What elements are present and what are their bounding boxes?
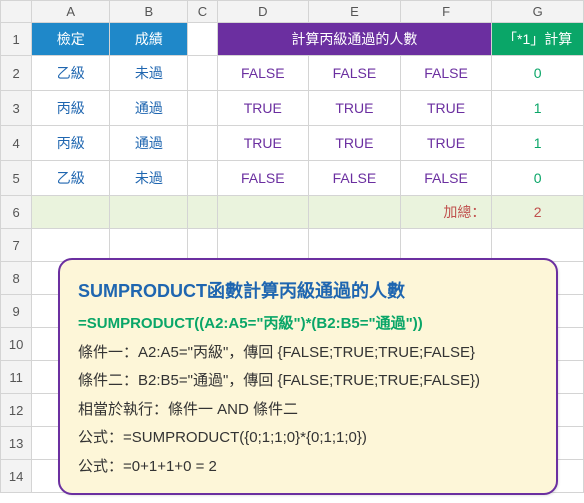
annotation-formula: =SUMPRODUCT((A2:A5="丙級")*(B2:B5="通過")) — [78, 310, 538, 339]
cell[interactable] — [217, 229, 309, 262]
table-row: 4 丙級 通過 TRUE TRUE TRUE 1 — [1, 126, 584, 161]
col-header-E[interactable]: E — [309, 1, 401, 23]
header-cell-G[interactable]: 「*1」計算 — [492, 23, 584, 56]
cell-B5[interactable]: 未過 — [110, 161, 188, 196]
col-header-B[interactable]: B — [110, 1, 188, 23]
row-header-8[interactable]: 8 — [1, 262, 32, 295]
row-header-7[interactable]: 7 — [1, 229, 32, 262]
cell-D5[interactable]: FALSE — [217, 161, 309, 196]
table-row: 3 丙級 通過 TRUE TRUE TRUE 1 — [1, 91, 584, 126]
cell[interactable] — [217, 196, 309, 229]
sum-row: 6 加總： 2 — [1, 196, 584, 229]
cell[interactable] — [110, 196, 188, 229]
cell[interactable] — [188, 126, 217, 161]
cell-B3[interactable]: 通過 — [110, 91, 188, 126]
cell[interactable] — [32, 196, 110, 229]
cell[interactable] — [400, 229, 492, 262]
cell-A4[interactable]: 丙級 — [32, 126, 110, 161]
row-header-3[interactable]: 3 — [1, 91, 32, 126]
cell-B2[interactable]: 未過 — [110, 56, 188, 91]
cell-G3[interactable]: 1 — [492, 91, 584, 126]
annotation-line-4: 公式：=SUMPRODUCT({0;1;1;0}*{0;1;1;0}) — [78, 424, 538, 453]
header-cell-B[interactable]: 成績 — [110, 23, 188, 56]
cell[interactable] — [188, 23, 217, 56]
cell-B4[interactable]: 通過 — [110, 126, 188, 161]
cell[interactable] — [188, 196, 217, 229]
row-header-6[interactable]: 6 — [1, 196, 32, 229]
cell[interactable] — [492, 229, 584, 262]
table-row: 7 — [1, 229, 584, 262]
cell[interactable] — [188, 56, 217, 91]
annotation-box: SUMPRODUCT函數計算丙級通過的人數 =SUMPRODUCT((A2:A5… — [58, 258, 558, 495]
cell-G2[interactable]: 0 — [492, 56, 584, 91]
row-header-5[interactable]: 5 — [1, 161, 32, 196]
cell-A2[interactable]: 乙級 — [32, 56, 110, 91]
cell[interactable] — [110, 229, 188, 262]
col-header-F[interactable]: F — [400, 1, 492, 23]
row-header-10[interactable]: 10 — [1, 328, 32, 361]
cell[interactable] — [188, 229, 217, 262]
col-header-C[interactable]: C — [188, 1, 217, 23]
cell-E4[interactable]: TRUE — [309, 126, 401, 161]
cell-F5[interactable]: FALSE — [400, 161, 492, 196]
column-header-row: A B C D E F G — [1, 1, 584, 23]
cell-D3[interactable]: TRUE — [217, 91, 309, 126]
table-row: 1 檢定 成績 計算丙級通過的人數 「*1」計算 — [1, 23, 584, 56]
cell-D4[interactable]: TRUE — [217, 126, 309, 161]
cell[interactable] — [32, 229, 110, 262]
table-row: 2 乙級 未過 FALSE FALSE FALSE 0 — [1, 56, 584, 91]
annotation-line-5: 公式：=0+1+1+0 = 2 — [78, 453, 538, 482]
col-header-A[interactable]: A — [32, 1, 110, 23]
cell-A5[interactable]: 乙級 — [32, 161, 110, 196]
cell-E5[interactable]: FALSE — [309, 161, 401, 196]
col-header-G[interactable]: G — [492, 1, 584, 23]
cell-E3[interactable]: TRUE — [309, 91, 401, 126]
cell[interactable] — [309, 229, 401, 262]
cell-E2[interactable]: FALSE — [309, 56, 401, 91]
row-header-14[interactable]: 14 — [1, 460, 32, 493]
row-header-12[interactable]: 12 — [1, 394, 32, 427]
row-header-13[interactable]: 13 — [1, 427, 32, 460]
cell-G4[interactable]: 1 — [492, 126, 584, 161]
header-cell-A[interactable]: 檢定 — [32, 23, 110, 56]
annotation-line-1: 條件一：A2:A5="丙級"，傳回 {FALSE;TRUE;TRUE;FALSE… — [78, 339, 538, 368]
annotation-title: SUMPRODUCT函數計算丙級通過的人數 — [78, 274, 538, 308]
cell[interactable] — [309, 196, 401, 229]
sum-label[interactable]: 加總： — [400, 196, 492, 229]
cell-D2[interactable]: FALSE — [217, 56, 309, 91]
annotation-line-2: 條件二：B2:B5="通過"，傳回 {FALSE;TRUE;TRUE;FALSE… — [78, 367, 538, 396]
select-all-corner[interactable] — [1, 1, 32, 23]
sum-value[interactable]: 2 — [492, 196, 584, 229]
table-row: 5 乙級 未過 FALSE FALSE FALSE 0 — [1, 161, 584, 196]
row-header-9[interactable]: 9 — [1, 295, 32, 328]
row-header-2[interactable]: 2 — [1, 56, 32, 91]
col-header-D[interactable]: D — [217, 1, 309, 23]
cell-F3[interactable]: TRUE — [400, 91, 492, 126]
cell[interactable] — [188, 91, 217, 126]
cell-F2[interactable]: FALSE — [400, 56, 492, 91]
cell-A3[interactable]: 丙級 — [32, 91, 110, 126]
row-header-11[interactable]: 11 — [1, 361, 32, 394]
cell-F4[interactable]: TRUE — [400, 126, 492, 161]
cell-G5[interactable]: 0 — [492, 161, 584, 196]
cell[interactable] — [188, 161, 217, 196]
row-header-1[interactable]: 1 — [1, 23, 32, 56]
header-cell-DEF[interactable]: 計算丙級通過的人數 — [217, 23, 492, 56]
annotation-line-3: 相當於執行：條件一 AND 條件二 — [78, 396, 538, 425]
row-header-4[interactable]: 4 — [1, 126, 32, 161]
